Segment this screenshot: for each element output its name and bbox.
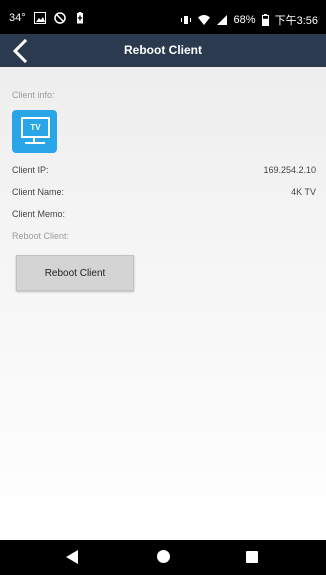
signal-icon bbox=[216, 15, 227, 25]
main-content: Client info: TV Client IP: 169.254.2.10 … bbox=[0, 67, 326, 540]
tv-device-icon: TV bbox=[12, 110, 57, 153]
reboot-client-button[interactable]: Reboot Client bbox=[16, 255, 134, 291]
status-left-group: 34° bbox=[9, 12, 86, 24]
app-header: Reboot Client bbox=[0, 34, 326, 67]
recents-square-icon[interactable] bbox=[246, 551, 258, 563]
client-memo-label: Client Memo: bbox=[12, 209, 66, 219]
battery-percent-text: 68% bbox=[233, 14, 256, 26]
client-memo-row: Client Memo: bbox=[12, 209, 316, 223]
client-info-label: Client info: bbox=[12, 90, 55, 100]
home-circle-icon[interactable] bbox=[157, 550, 170, 563]
navigation-bar bbox=[0, 540, 326, 575]
client-name-label: Client Name: bbox=[12, 187, 65, 197]
client-ip-label: Client IP: bbox=[12, 165, 49, 175]
image-icon bbox=[33, 12, 46, 24]
battery-saver-icon bbox=[76, 12, 83, 24]
status-bar: 34° 68% 下午3:56 bbox=[0, 0, 326, 34]
sync-icon bbox=[53, 12, 66, 24]
status-right-group: 68% 下午3:56 bbox=[180, 12, 318, 28]
vibrate-icon bbox=[180, 16, 191, 24]
battery-icon bbox=[261, 14, 269, 26]
tv-base bbox=[25, 142, 45, 144]
client-ip-value: 169.254.2.10 bbox=[263, 165, 316, 175]
page-title: Reboot Client bbox=[124, 43, 202, 57]
back-triangle-icon[interactable] bbox=[66, 550, 78, 564]
reboot-client-label: Reboot Client: bbox=[12, 231, 70, 241]
tv-screen-icon: TV bbox=[21, 117, 50, 138]
clock-text: 下午3:56 bbox=[274, 15, 318, 27]
client-name-value: 4K TV bbox=[291, 187, 316, 197]
client-ip-row: Client IP: 169.254.2.10 bbox=[12, 165, 316, 179]
wifi-icon bbox=[197, 15, 210, 25]
temperature-text: 34° bbox=[9, 12, 26, 24]
client-name-row: Client Name: 4K TV bbox=[12, 187, 316, 201]
